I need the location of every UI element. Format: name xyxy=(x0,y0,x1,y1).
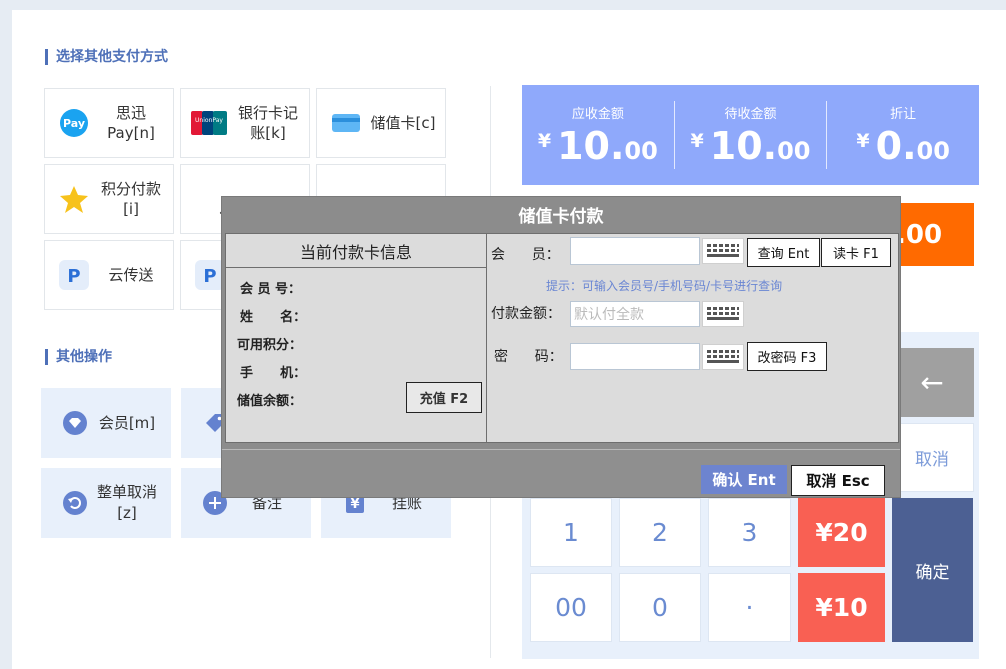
discount-dec: 00 xyxy=(916,136,950,165)
op-label: 整单取消[z] xyxy=(97,483,158,522)
cancel-key[interactable]: 取消 xyxy=(890,423,974,492)
key-dot[interactable]: · xyxy=(708,573,791,642)
receivable-label: 应收金额 xyxy=(571,106,624,122)
query-button[interactable]: 查询 Ent xyxy=(747,238,820,267)
confirm-key[interactable]: 确定 xyxy=(892,498,973,642)
pay-tile-label: 银行卡记账[k] xyxy=(237,104,298,142)
member-input[interactable] xyxy=(570,237,700,265)
amount-summary: 应收金额 ¥10.00 待收金额 ¥10.00 折让 ¥0.00 xyxy=(522,85,979,185)
change-password-button[interactable]: 改密码 F3 xyxy=(747,342,827,371)
svg-text:Pay: Pay xyxy=(63,117,85,130)
svg-text:¥: ¥ xyxy=(350,497,359,512)
card-icon xyxy=(331,108,361,138)
currency-symbol: ¥ xyxy=(690,129,704,152)
pending-dec: 00 xyxy=(777,136,811,165)
key-1[interactable]: 1 xyxy=(530,498,612,567)
discount-amount: 折让 ¥0.00 xyxy=(826,101,979,169)
member-label: 会 员： xyxy=(491,247,560,263)
stored-value-card-dialog: 储值卡付款 当前付款卡信息 会 员 号： 姓 名： 可用积分： 手 机： 储值余… xyxy=(221,196,901,498)
query-hint: 提示：可输入会员号/手机号码/卡号进行查询 xyxy=(546,279,783,293)
dialog-title: 储值卡付款 xyxy=(518,206,604,227)
diamond-icon xyxy=(63,411,87,435)
points-label: 可用积分： xyxy=(237,338,303,353)
member-no-label: 会 员 号： xyxy=(240,282,302,297)
pay-tile-cloud-transfer[interactable]: P 云传送 xyxy=(44,240,174,310)
dialog-cancel-button[interactable]: 取消 Esc xyxy=(791,465,885,496)
pending-amount: 待收金额 ¥10.00 xyxy=(673,101,827,169)
keyboard-icon[interactable] xyxy=(702,238,744,264)
pay-tile-sixun-pay[interactable]: Pay 思迅Pay[n] xyxy=(44,88,174,158)
key-00[interactable]: 00 xyxy=(530,573,612,642)
section-title-other-payment: 选择其他支付方式 xyxy=(45,49,168,65)
card-info-title: 当前付款卡信息 xyxy=(226,234,486,268)
pay-icon: Pay xyxy=(59,108,89,138)
pay-tile-label: 云传送 xyxy=(108,266,154,284)
receivable-int: 10. xyxy=(557,123,625,168)
currency-symbol: ¥ xyxy=(856,129,870,152)
quick-amount-10[interactable]: ¥10 xyxy=(798,573,885,642)
pay-tile-label: 思迅Pay[n] xyxy=(107,104,155,142)
name-label: 姓 名： xyxy=(240,310,307,325)
key-0[interactable]: 0 xyxy=(619,573,701,642)
card-info-pane: 当前付款卡信息 会 员 号： 姓 名： 可用积分： 手 机： 储值余额： 充值 … xyxy=(226,234,487,442)
currency-symbol: ¥ xyxy=(537,129,552,152)
op-member-button[interactable]: 会员[m] xyxy=(41,388,171,458)
dialog-footer: 确认 Ent 取消 Esc xyxy=(222,449,900,497)
recharge-button[interactable]: 充值 F2 xyxy=(406,382,482,413)
paypal-icon: P xyxy=(59,260,89,290)
dialog-confirm-button[interactable]: 确认 Ent xyxy=(701,465,787,494)
pay-tile-points[interactable]: 积分付款[i] xyxy=(44,164,174,234)
phone-label: 手 机： xyxy=(240,366,307,381)
password-input[interactable] xyxy=(570,343,700,370)
undo-icon xyxy=(63,491,87,515)
pay-tile-stored-value-card[interactable]: 储值卡[c] xyxy=(316,88,446,158)
unionpay-icon: UnionPay xyxy=(191,108,227,138)
pay-tile-bank-card[interactable]: UnionPay 银行卡记账[k] xyxy=(180,88,310,158)
dialog-body: 当前付款卡信息 会 员 号： 姓 名： 可用积分： 手 机： 储值余额： 充值 … xyxy=(225,233,899,443)
keyboard-icon[interactable] xyxy=(702,301,744,327)
backspace-key[interactable]: ← xyxy=(890,348,974,417)
pending-label: 待收金额 xyxy=(724,106,777,122)
svg-text:UnionPay: UnionPay xyxy=(195,117,223,124)
svg-text:P: P xyxy=(67,266,80,287)
quick-amount-20[interactable]: ¥20 xyxy=(798,498,885,567)
amount-input[interactable]: 默认付全款 xyxy=(570,301,700,327)
pay-tile-label: 积分付款[i] xyxy=(100,180,161,218)
op-cancel-order-button[interactable]: 整单取消[z] xyxy=(41,468,171,538)
balance-label: 储值余额： xyxy=(237,394,303,409)
discount-int: 0. xyxy=(875,123,917,168)
receivable-amount: 应收金额 ¥10.00 xyxy=(522,85,674,185)
password-label: 密 码： xyxy=(494,349,563,365)
svg-text:P: P xyxy=(203,266,216,287)
key-2[interactable]: 2 xyxy=(619,498,701,567)
keyboard-icon[interactable] xyxy=(702,344,744,370)
read-card-button[interactable]: 读卡 F1 xyxy=(821,238,891,267)
pay-tile-label: 储值卡[c] xyxy=(370,114,436,132)
pending-int: 10. xyxy=(709,123,778,168)
receivable-dec: 00 xyxy=(624,136,658,165)
section-title-other-ops: 其他操作 xyxy=(45,349,112,365)
op-label: 会员[m] xyxy=(98,413,156,432)
amount-label: 付款金额： xyxy=(491,306,561,322)
discount-label: 折让 xyxy=(890,106,917,122)
key-3[interactable]: 3 xyxy=(708,498,791,567)
star-icon xyxy=(59,184,89,214)
